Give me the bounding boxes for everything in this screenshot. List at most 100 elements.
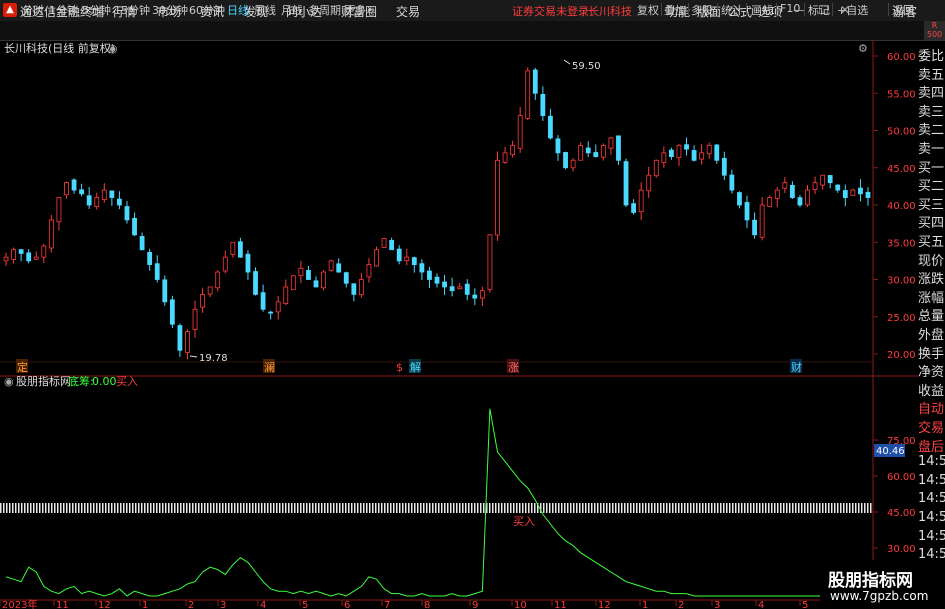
period-5min[interactable]: 5分钟: [82, 2, 111, 18]
watermark-brand: 股朋指标网: [828, 571, 913, 591]
r500-badge[interactable]: R 500: [924, 21, 945, 40]
quote-panel-item: 卖四: [918, 86, 945, 102]
tool-huaxian[interactable]: 画线: [751, 2, 773, 18]
separator: [832, 3, 833, 16]
candle-body: [41, 245, 47, 258]
period-daily[interactable]: 日线: [227, 2, 249, 18]
quote-panel-item: 买四: [918, 216, 945, 232]
candle-body: [631, 203, 636, 213]
stock-name-title: 长川科技: [588, 5, 632, 18]
x-tick-label: 2: [188, 600, 194, 609]
x-tick-label: 4: [260, 600, 266, 609]
y-tick-label: 25.00: [887, 313, 916, 324]
candle-body: [691, 150, 697, 161]
candle-body: [510, 145, 516, 156]
quote-panel-item: 14:56: [918, 491, 945, 507]
signal-band: [0, 503, 873, 513]
candle-body: [699, 152, 705, 160]
candle-body: [623, 161, 629, 206]
main-chart-header: 长川科技(日线 前复权): [4, 41, 115, 55]
candle-body: [525, 70, 531, 119]
candle-body: [570, 159, 576, 169]
period-1min[interactable]: 1分钟: [49, 2, 78, 18]
candle-body: [744, 202, 750, 221]
event-marker-cai[interactable]: 财: [791, 360, 802, 374]
candle-body: [268, 311, 274, 314]
quote-panel-item: 涨跌: [918, 272, 945, 288]
separator: [888, 3, 889, 16]
quote-panel-item[interactable]: 自动: [918, 398, 945, 417]
candle-body: [593, 152, 599, 157]
candle-body: [517, 115, 523, 149]
event-marker-dollar[interactable]: $: [396, 361, 403, 374]
indicator-name: 股朋指标网: [16, 374, 71, 388]
tool-back[interactable]: 返回: [892, 2, 914, 18]
period-multi[interactable]: 多周期: [308, 2, 341, 18]
candle-body: [774, 189, 780, 199]
quote-panel-item: 换手: [918, 346, 945, 362]
chevron-right-icon[interactable]: ›: [367, 2, 371, 15]
candle-body: [805, 189, 810, 206]
candle-body: [782, 182, 788, 189]
event-marker-jie[interactable]: 解: [410, 360, 421, 374]
settings-gear-icon[interactable]: ⚙: [858, 42, 868, 55]
quote-panel-item: 14:56: [918, 472, 945, 488]
candle-body: [563, 152, 568, 169]
watermark-url: www.7gpzb.com: [830, 589, 929, 603]
high-label: 59.50: [572, 61, 601, 72]
settings-icon[interactable]: ◉: [108, 42, 118, 55]
candle-body: [185, 331, 190, 353]
quote-panel-item: 涨幅: [918, 290, 945, 306]
indicator-settings-icon[interactable]: ◉: [4, 375, 14, 388]
indicator-field-label: 底筹:: [68, 374, 94, 388]
tool-tongji[interactable]: 统计: [721, 2, 743, 18]
x-tick-label: 12: [98, 600, 111, 609]
candle-body: [328, 260, 334, 271]
tool-fuquan[interactable]: 复权: [637, 2, 659, 18]
x-tick-label: 5: [802, 600, 808, 609]
period-15min[interactable]: 15分钟: [114, 2, 150, 18]
tool-diejia[interactable]: 叠加: [664, 2, 686, 18]
period-monthly[interactable]: 月线: [281, 2, 303, 18]
candle-body: [230, 241, 236, 255]
period-more[interactable]: 更多: [344, 2, 366, 18]
candle-body: [3, 256, 9, 262]
quote-panel-item: 买三: [918, 197, 945, 213]
candle-body: [253, 271, 258, 295]
event-marker-zhang[interactable]: 涨: [508, 361, 519, 374]
candle-body: [207, 286, 213, 295]
event-marker-lan[interactable]: 澜: [264, 360, 275, 374]
candle-body: [389, 239, 395, 251]
period-60min[interactable]: 60分钟: [189, 2, 225, 18]
candle-body: [865, 191, 871, 198]
event-marker-ding[interactable]: 定: [17, 360, 28, 374]
period-weekly[interactable]: 周线: [254, 2, 276, 18]
candle-body: [290, 275, 296, 291]
candle-body: [661, 152, 667, 163]
x-tick-label: 11: [554, 600, 567, 609]
tool-duogu[interactable]: 多股: [691, 2, 713, 18]
x-tick-label: 9: [472, 600, 478, 609]
candle-body: [71, 179, 77, 191]
indicator-y-tick-label: 30.00: [887, 544, 916, 555]
candle-body: [676, 145, 682, 159]
menu-jiaoyi[interactable]: 交易: [396, 3, 420, 20]
login-status[interactable]: 证券交易未登录: [512, 3, 589, 19]
candle-body: [449, 286, 455, 292]
quote-panel-item: 卖三: [918, 104, 945, 120]
separator: [746, 3, 747, 16]
period-30min[interactable]: 30分钟: [152, 2, 188, 18]
chart-area[interactable]: 长川科技(日线 前复权) ◉ ⚙ 60.0055.0050.0045.0040.…: [0, 40, 918, 609]
x-tick-label: 3: [220, 600, 226, 609]
candle-body: [555, 138, 561, 154]
r-value: 500: [926, 30, 943, 39]
period-fenshi[interactable]: 分时: [22, 2, 44, 18]
quote-panel-item: 买五: [918, 235, 945, 250]
tool-biaoji[interactable]: 标记: [808, 2, 830, 18]
candle-body: [479, 290, 485, 299]
candle-body: [767, 197, 773, 207]
tool-f10[interactable]: F10: [780, 2, 800, 15]
quote-panel-item: 14:56: [918, 510, 945, 525]
candle-body: [86, 195, 92, 206]
tool-add-favorite[interactable]: +自选: [837, 2, 868, 18]
